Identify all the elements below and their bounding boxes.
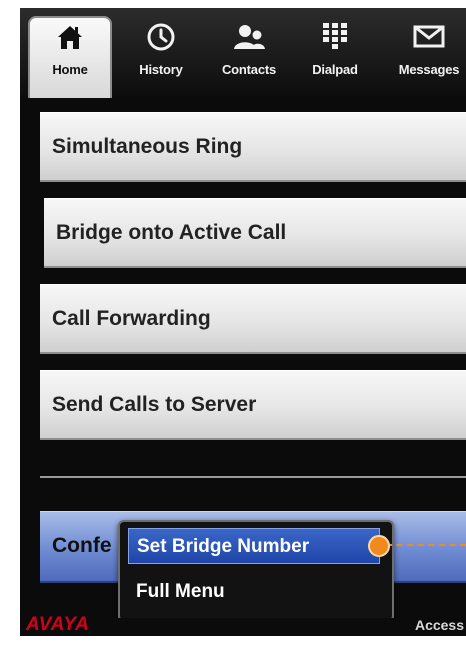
menu-row-label: Call Forwarding <box>52 307 211 330</box>
callout-marker <box>368 535 390 557</box>
tab-messages[interactable]: Messages <box>386 18 466 92</box>
tab-history-label: History <box>139 62 183 77</box>
section-divider <box>40 476 466 478</box>
brand-logo: AVAYA <box>26 614 90 635</box>
clock-icon <box>118 22 204 56</box>
callout-line <box>386 544 466 546</box>
menu-row-call-forwarding[interactable]: Call Forwarding <box>40 284 466 354</box>
tab-history[interactable]: History <box>118 18 204 92</box>
menu-row-label: Send Calls to Server <box>52 393 257 416</box>
context-menu-popup: Set Bridge Number Full Menu <box>118 520 394 622</box>
footer-bar: AVAYA Access <box>20 614 466 636</box>
dialpad-icon <box>292 22 378 56</box>
tab-contacts[interactable]: Contacts <box>206 18 292 92</box>
tab-dialpad-label: Dialpad <box>312 62 358 77</box>
phone-screen: Home History Contacts Dialpad Messages S… <box>20 8 466 636</box>
menu-row-simultaneous-ring[interactable]: Simultaneous Ring <box>40 112 466 182</box>
menu-row-label: Bridge onto Active Call <box>56 221 287 244</box>
footer-access-label: Access <box>414 617 464 633</box>
menu-row-label: Confe <box>52 534 112 557</box>
popup-item-set-bridge-number[interactable]: Set Bridge Number <box>128 528 380 564</box>
menu-row-bridge-active-call[interactable]: Bridge onto Active Call <box>44 198 466 268</box>
popup-item-full-menu[interactable]: Full Menu <box>128 574 380 610</box>
tab-contacts-label: Contacts <box>221 62 277 77</box>
home-icon <box>30 22 110 56</box>
tab-home[interactable]: Home <box>28 16 112 98</box>
contacts-icon <box>206 22 292 56</box>
tab-dialpad[interactable]: Dialpad <box>292 18 378 92</box>
tab-messages-label: Messages <box>398 62 460 77</box>
tab-bar: Home History Contacts Dialpad Messages <box>20 8 466 98</box>
menu-row-send-calls-server[interactable]: Send Calls to Server <box>40 370 466 440</box>
menu-row-label: Simultaneous Ring <box>52 135 243 158</box>
tab-home-label: Home <box>52 62 88 77</box>
envelope-icon <box>386 22 466 56</box>
